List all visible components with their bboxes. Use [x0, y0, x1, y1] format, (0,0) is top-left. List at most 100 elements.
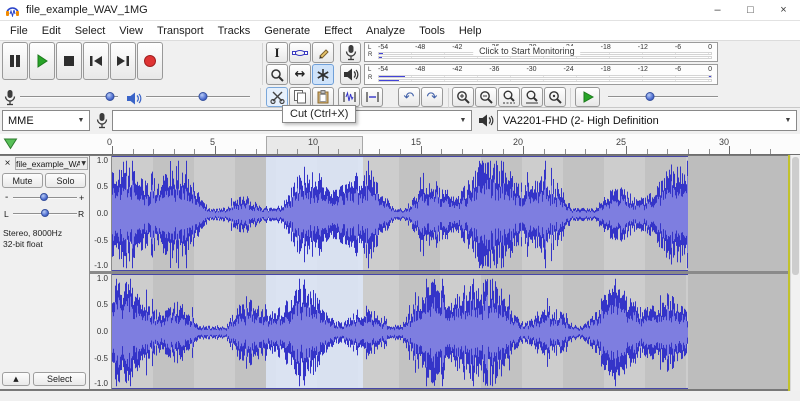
- multi-tool-button[interactable]: [312, 64, 334, 85]
- zoom-fit-button[interactable]: [521, 87, 543, 107]
- menu-select[interactable]: Select: [68, 25, 113, 37]
- record-meter-right-label: R: [368, 52, 373, 58]
- skip-to-end-button[interactable]: [110, 42, 136, 80]
- trim-icon: [342, 90, 357, 104]
- redo-button[interactable]: ↷: [421, 87, 443, 107]
- record-meter-button[interactable]: [340, 42, 361, 63]
- gain-slider[interactable]: [13, 192, 77, 203]
- trim-audio-button[interactable]: [338, 87, 360, 107]
- undo-button[interactable]: ↶: [398, 87, 420, 107]
- collapse-track-button[interactable]: ▲: [2, 372, 30, 386]
- toolbar-separator: [260, 88, 261, 108]
- maximize-button[interactable]: □: [734, 0, 767, 20]
- menu-tracks[interactable]: Tracks: [211, 25, 258, 37]
- pause-icon: [8, 54, 22, 68]
- pan-left-label: L: [4, 209, 9, 219]
- audio-host-value: MME: [8, 114, 34, 127]
- envelope-tool-button[interactable]: [289, 42, 311, 63]
- menu-generate[interactable]: Generate: [257, 25, 317, 37]
- audio-clip-left[interactable]: [112, 156, 688, 271]
- vertical-scrollbar-thumb[interactable]: [792, 157, 799, 275]
- gain-max-label: +: [79, 193, 85, 203]
- waveform-channel-right[interactable]: [112, 274, 788, 389]
- zoom-fit-icon: [525, 90, 539, 104]
- zoom-out-button[interactable]: [475, 87, 497, 107]
- solo-button[interactable]: Solo: [45, 173, 86, 188]
- audio-host-select[interactable]: MME ▼: [2, 110, 90, 131]
- menu-edit[interactable]: Edit: [35, 25, 68, 37]
- menu-help[interactable]: Help: [452, 25, 489, 37]
- menu-view[interactable]: View: [112, 25, 150, 37]
- playback-speed-slider[interactable]: [608, 91, 718, 102]
- magnifier-icon: [270, 68, 284, 82]
- audio-clip-right[interactable]: [112, 274, 688, 389]
- waveform-svg-left: [112, 160, 688, 269]
- pan-right-label: R: [78, 209, 85, 219]
- toolbar-separator: [570, 88, 571, 108]
- skip-to-start-button[interactable]: [83, 42, 109, 80]
- zoom-in-button[interactable]: [452, 87, 474, 107]
- play-at-speed-button[interactable]: [575, 87, 600, 107]
- chevron-down-icon: ▼: [784, 117, 792, 124]
- stop-button[interactable]: [56, 42, 82, 80]
- zoom-selection-button[interactable]: [498, 87, 520, 107]
- playback-volume-slider[interactable]: [146, 91, 250, 102]
- clipboard-icon: [316, 90, 330, 104]
- menu-file[interactable]: File: [3, 25, 35, 37]
- menu-effect[interactable]: Effect: [317, 25, 359, 37]
- waveform-channel-left[interactable]: [112, 156, 788, 271]
- menu-tools[interactable]: Tools: [412, 25, 452, 37]
- minimize-button[interactable]: –: [701, 0, 734, 20]
- pan-thumb[interactable]: [41, 209, 49, 217]
- record-button[interactable]: [137, 42, 163, 80]
- track-close-button[interactable]: ×: [1, 157, 14, 170]
- toolbar-separator: [448, 88, 449, 108]
- track-title-bar[interactable]: file_example_WAV ▼: [15, 157, 88, 170]
- skip-to-start-icon: [89, 55, 103, 67]
- silence-audio-button[interactable]: [361, 87, 383, 107]
- multi-tool-icon: [316, 68, 330, 82]
- monitoring-overlay[interactable]: Click to Start Monitoring: [473, 45, 581, 56]
- recording-volume-thumb[interactable]: [105, 92, 115, 101]
- recording-volume-slider[interactable]: [20, 91, 118, 102]
- mute-button[interactable]: Mute: [2, 173, 43, 188]
- pan-slider[interactable]: [13, 208, 77, 219]
- gain-thumb[interactable]: [39, 193, 48, 201]
- paste-button[interactable]: [312, 87, 334, 107]
- play-button[interactable]: [29, 42, 55, 80]
- ruler-label: 5: [209, 137, 215, 147]
- zoom-toggle-button[interactable]: [544, 87, 566, 107]
- speaker-icon: [343, 68, 359, 81]
- undo-icon: ↶: [403, 89, 415, 105]
- track-menu-arrow-icon[interactable]: ▼: [80, 160, 87, 167]
- cut-button[interactable]: [266, 87, 288, 107]
- microphone-icon: [345, 44, 357, 61]
- timeline-ruler[interactable]: 0 5 10 15 20 25 30: [0, 134, 800, 155]
- selection-tool-button[interactable]: I: [266, 42, 288, 63]
- menu-analyze[interactable]: Analyze: [359, 25, 412, 37]
- timeshift-tool-button[interactable]: ↔: [289, 64, 311, 85]
- zoom-out-icon: [479, 90, 493, 104]
- timeline-pin-icon[interactable]: [3, 138, 18, 150]
- zoom-tool-button[interactable]: [266, 64, 288, 85]
- close-button[interactable]: ×: [767, 0, 800, 20]
- menu-transport[interactable]: Transport: [150, 25, 211, 37]
- playback-volume-thumb[interactable]: [198, 92, 208, 101]
- playback-speed-thumb[interactable]: [645, 92, 655, 101]
- select-track-button[interactable]: Select: [33, 372, 86, 386]
- playback-device-value: VA2201-FHD (2- High Definition: [503, 114, 659, 127]
- play-at-speed-icon: [582, 91, 594, 103]
- pause-button[interactable]: [2, 42, 28, 80]
- playback-meter[interactable]: L R -54 -48 -42 -36 -30 -24 -18 -12 -6 0: [364, 64, 718, 85]
- draw-tool-button[interactable]: [312, 42, 334, 63]
- stop-icon: [63, 55, 75, 67]
- playback-volume-speaker-icon: [126, 92, 142, 105]
- vertical-scrollbar[interactable]: [790, 155, 800, 391]
- vertical-ruler-left-channel[interactable]: 1.0 0.5 0.0 -0.5 -1.0: [90, 156, 112, 271]
- recording-meter[interactable]: L R -54-48-42-36-30-24-18-12-60 Click to…: [364, 42, 718, 62]
- copy-button[interactable]: [289, 87, 311, 107]
- ibeam-icon: I: [274, 44, 280, 60]
- playback-meter-button[interactable]: [340, 64, 361, 85]
- playback-device-select[interactable]: VA2201-FHD (2- High Definition ▼: [497, 110, 797, 131]
- vertical-ruler-right-channel[interactable]: 1.0 0.5 0.0 -0.5 -1.0: [90, 274, 112, 389]
